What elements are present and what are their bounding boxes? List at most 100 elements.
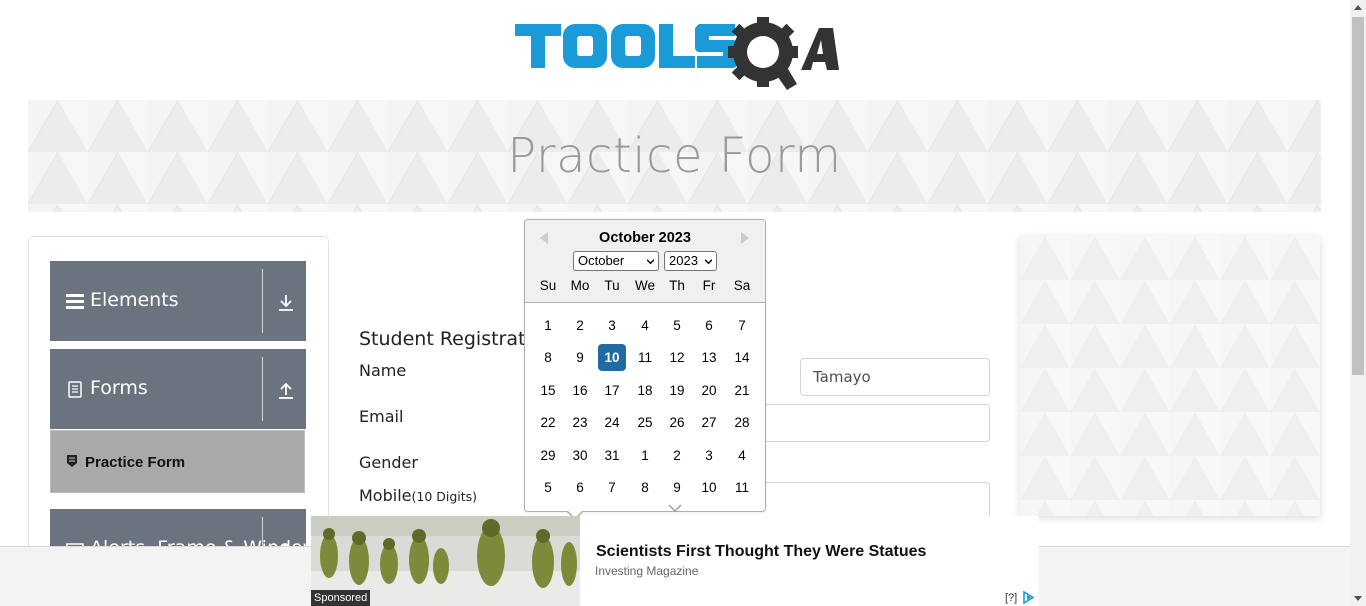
side-ad-panel bbox=[1020, 236, 1320, 516]
datepicker-current-month: October 2023 bbox=[599, 230, 691, 246]
sidebar-group-elements[interactable]: Elements bbox=[50, 261, 306, 341]
page: Practice Form Elements Forms Practice Fo… bbox=[0, 0, 1366, 606]
month-select[interactable]: October bbox=[573, 251, 659, 271]
calendar-day[interactable]: 5 bbox=[534, 474, 562, 501]
calendar-day[interactable]: 1 bbox=[631, 442, 659, 469]
mobile-label-text: Mobile bbox=[359, 486, 412, 505]
page-title: Practice Form bbox=[507, 128, 842, 184]
calendar-day[interactable]: 3 bbox=[598, 312, 626, 339]
calendar-day[interactable]: 17 bbox=[598, 377, 626, 404]
calendar-day[interactable]: 29 bbox=[534, 442, 562, 469]
mobile-hint: (10 Digits) bbox=[411, 489, 478, 504]
sidebar-item-practice-form[interactable]: Practice Form bbox=[50, 430, 305, 493]
calendar-day[interactable]: 10 bbox=[695, 474, 723, 501]
calendar-day[interactable]: 20 bbox=[695, 377, 723, 404]
scroll-up-icon[interactable] bbox=[1354, 5, 1362, 10]
calendar-day[interactable]: 19 bbox=[663, 377, 691, 404]
chevron-down-icon bbox=[668, 504, 682, 512]
sidebar-group-forms[interactable]: Forms bbox=[50, 349, 306, 429]
weekday-header: Tu bbox=[604, 278, 620, 293]
calendar-day[interactable]: 11 bbox=[728, 474, 756, 501]
sponsored-badge: Sponsored bbox=[311, 590, 371, 606]
scrollbar-thumb[interactable] bbox=[1352, 17, 1364, 375]
calendar-day[interactable]: 14 bbox=[728, 344, 756, 371]
weekday-header: Fr bbox=[702, 278, 716, 293]
email-label: Email bbox=[359, 407, 404, 426]
calendar-day[interactable]: 12 bbox=[663, 344, 691, 371]
calendar-day[interactable]: 13 bbox=[695, 344, 723, 371]
mobile-input[interactable] bbox=[760, 482, 990, 520]
weekday-header: Su bbox=[539, 278, 557, 293]
calendar-day[interactable]: 21 bbox=[728, 377, 756, 404]
calendar-day[interactable]: 4 bbox=[728, 442, 756, 469]
page-banner: Practice Form bbox=[28, 100, 1321, 212]
calendar-day[interactable]: 4 bbox=[631, 312, 659, 339]
calendar-day[interactable]: 30 bbox=[566, 442, 594, 469]
scroll-down-icon[interactable] bbox=[1354, 596, 1362, 601]
next-month-button[interactable] bbox=[741, 232, 749, 244]
calendar-day[interactable]: 24 bbox=[598, 409, 626, 436]
chevron-down-icon bbox=[705, 259, 712, 265]
chevron-down-icon bbox=[647, 259, 654, 265]
calendar-day[interactable]: 22 bbox=[534, 409, 562, 436]
last-name-input[interactable]: Tamayo bbox=[800, 358, 990, 396]
year-select-value: 2023 bbox=[669, 253, 698, 268]
ad-source[interactable]: Investing Magazine bbox=[595, 564, 698, 578]
calendar-day[interactable]: 28 bbox=[728, 409, 756, 436]
email-input[interactable] bbox=[760, 404, 990, 442]
month-select-value: October bbox=[578, 253, 625, 268]
calendar-day[interactable]: 27 bbox=[695, 409, 723, 436]
calendar-day[interactable]: 1 bbox=[534, 312, 562, 339]
page-scrollbar[interactable] bbox=[1350, 0, 1366, 606]
shield-doc-icon bbox=[67, 455, 77, 467]
gender-label: Gender bbox=[359, 453, 418, 472]
year-select[interactable]: 2023 bbox=[664, 251, 717, 271]
ad-headline[interactable]: Scientists First Thought They Were Statu… bbox=[596, 543, 926, 561]
upload-arrow-icon[interactable] bbox=[276, 381, 296, 401]
name-label: Name bbox=[359, 361, 407, 380]
calendar-day[interactable]: 9 bbox=[566, 344, 594, 371]
calendar-day[interactable]: 2 bbox=[663, 442, 691, 469]
ad-image[interactable]: Sponsored bbox=[311, 516, 580, 606]
calendar-day[interactable]: 7 bbox=[598, 474, 626, 501]
weekday-header: Mo bbox=[570, 278, 590, 293]
sidebar-group-label: Forms bbox=[90, 377, 148, 399]
calendar-day[interactable]: 11 bbox=[631, 344, 659, 371]
download-arrow-icon[interactable] bbox=[276, 293, 296, 313]
sidebar-item-label: Practice Form bbox=[85, 454, 186, 471]
calendar-day[interactable]: 8 bbox=[631, 474, 659, 501]
ad-info-link[interactable]: [?] bbox=[1005, 592, 1017, 604]
calendar-day[interactable]: 7 bbox=[728, 312, 756, 339]
calendar-day[interactable]: 25 bbox=[631, 409, 659, 436]
datepicker-popup: October 2023 October 2023 Su Mo Tu We Th Fr Sa… bbox=[524, 219, 766, 512]
left-sidebar: Elements Forms Practice Form Alerts, Fra… bbox=[28, 236, 329, 557]
side-panel-pattern bbox=[1020, 236, 1320, 516]
calendar-day[interactable]: 31 bbox=[598, 442, 626, 469]
divider bbox=[262, 269, 263, 333]
calendar-day[interactable]: 2 bbox=[566, 312, 594, 339]
selected-day[interactable]: 10 bbox=[598, 344, 626, 371]
weekday-header: We bbox=[634, 278, 655, 293]
mobile-label: Mobile(10 Digits) bbox=[359, 486, 477, 505]
sponsored-ad[interactable]: Sponsored Scientists First Thought They … bbox=[311, 516, 1039, 606]
sidebar-group-label: Elements bbox=[90, 289, 179, 311]
toolsqa-logo[interactable] bbox=[515, 14, 840, 92]
calendar-day[interactable]: 15 bbox=[534, 377, 562, 404]
calendar-day[interactable]: 5 bbox=[663, 312, 691, 339]
calendar-day[interactable]: 16 bbox=[566, 377, 594, 404]
document-icon bbox=[68, 381, 82, 398]
calendar-day[interactable]: 23 bbox=[566, 409, 594, 436]
adchoices-icon[interactable] bbox=[1022, 591, 1037, 604]
calendar-day[interactable]: 6 bbox=[695, 312, 723, 339]
datepicker-header: October 2023 October 2023 Su Mo Tu We Th Fr Sa bbox=[525, 220, 765, 303]
calendar-day[interactable]: 26 bbox=[663, 409, 691, 436]
calendar-day[interactable]: 3 bbox=[695, 442, 723, 469]
divider bbox=[262, 357, 263, 421]
hamburger-icon bbox=[66, 294, 84, 309]
weekday-header: Th bbox=[669, 278, 685, 293]
calendar-day[interactable]: 8 bbox=[534, 344, 562, 371]
calendar-day[interactable]: 9 bbox=[663, 474, 691, 501]
calendar-day[interactable]: 6 bbox=[566, 474, 594, 501]
calendar-day[interactable]: 18 bbox=[631, 377, 659, 404]
weekday-header: Sa bbox=[733, 278, 751, 293]
